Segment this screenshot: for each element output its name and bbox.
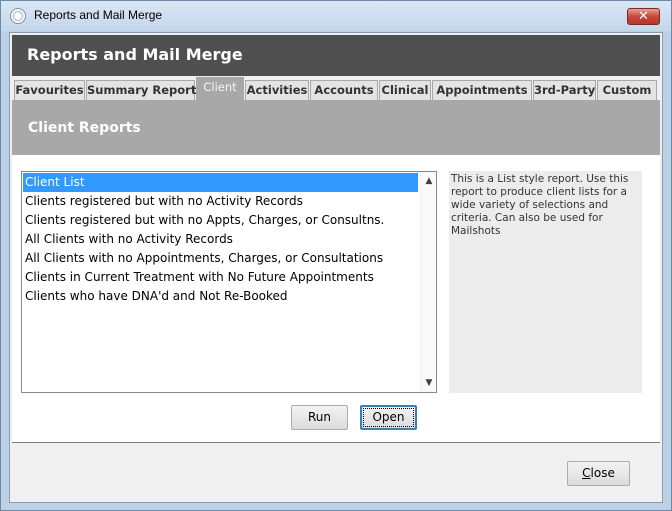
run-button[interactable]: Run — [291, 405, 348, 430]
app-icon — [10, 8, 26, 24]
section-header: Client Reports — [12, 100, 660, 155]
tab-client[interactable]: Client — [196, 77, 244, 101]
close-button[interactable]: Close — [567, 461, 630, 486]
tab-favourites[interactable]: Favourites — [14, 80, 85, 101]
section-title: Client Reports — [28, 120, 141, 136]
open-button[interactable]: Open — [360, 405, 417, 430]
list-item[interactable]: All Clients with no Appointments, Charge… — [23, 249, 418, 268]
list-item[interactable]: Clients in Current Treatment with No Fut… — [23, 268, 418, 287]
chevron-down-icon[interactable]: ▼ — [421, 375, 437, 391]
tab-appointments[interactable]: Appointments — [432, 80, 532, 101]
tab-accounts[interactable]: Accounts — [310, 80, 378, 101]
list-scrollbar[interactable]: ▲ ▼ — [420, 172, 436, 392]
list-item[interactable]: All Clients with no Activity Records — [23, 230, 418, 249]
report-listbox[interactable]: Client List Clients registered but with … — [21, 171, 437, 393]
tab-strip: Favourites Summary Reports Client Activi… — [12, 76, 660, 101]
header-bar: Reports and Mail Merge — [12, 35, 660, 76]
tab-activities[interactable]: Activities — [245, 80, 309, 101]
app-window: Reports and Mail Merge ✕ Reports and Mai… — [0, 0, 672, 511]
window-close-button[interactable]: ✕ — [627, 8, 660, 25]
list-item[interactable]: Clients registered but with no Appts, Ch… — [23, 211, 418, 230]
tab-3rd-party[interactable]: 3rd-Party — [533, 80, 596, 101]
list-item[interactable]: Client List — [23, 173, 418, 192]
tab-summary-reports[interactable]: Summary Reports — [86, 80, 203, 101]
chevron-up-icon[interactable]: ▲ — [421, 173, 437, 189]
list-item[interactable]: Clients who have DNA'd and Not Re-Booked — [23, 287, 418, 306]
report-description: This is a List style report. Use this re… — [449, 171, 642, 393]
header-title: Reports and Mail Merge — [27, 45, 243, 64]
tab-clinical[interactable]: Clinical — [379, 80, 431, 101]
tab-custom[interactable]: Custom — [597, 80, 657, 101]
dialog-body: Reports and Mail Merge Favourites Summar… — [9, 32, 663, 503]
title-bar: Reports and Mail Merge ✕ — [1, 1, 671, 31]
reports-panel: Client List Clients registered but with … — [12, 155, 660, 443]
list-item[interactable]: Clients registered but with no Activity … — [23, 192, 418, 211]
dialog-footer: Close — [12, 443, 660, 500]
window-title: Reports and Mail Merge — [34, 8, 163, 22]
close-button-mnemonic: C — [582, 466, 591, 480]
close-button-label: lose — [590, 466, 615, 480]
